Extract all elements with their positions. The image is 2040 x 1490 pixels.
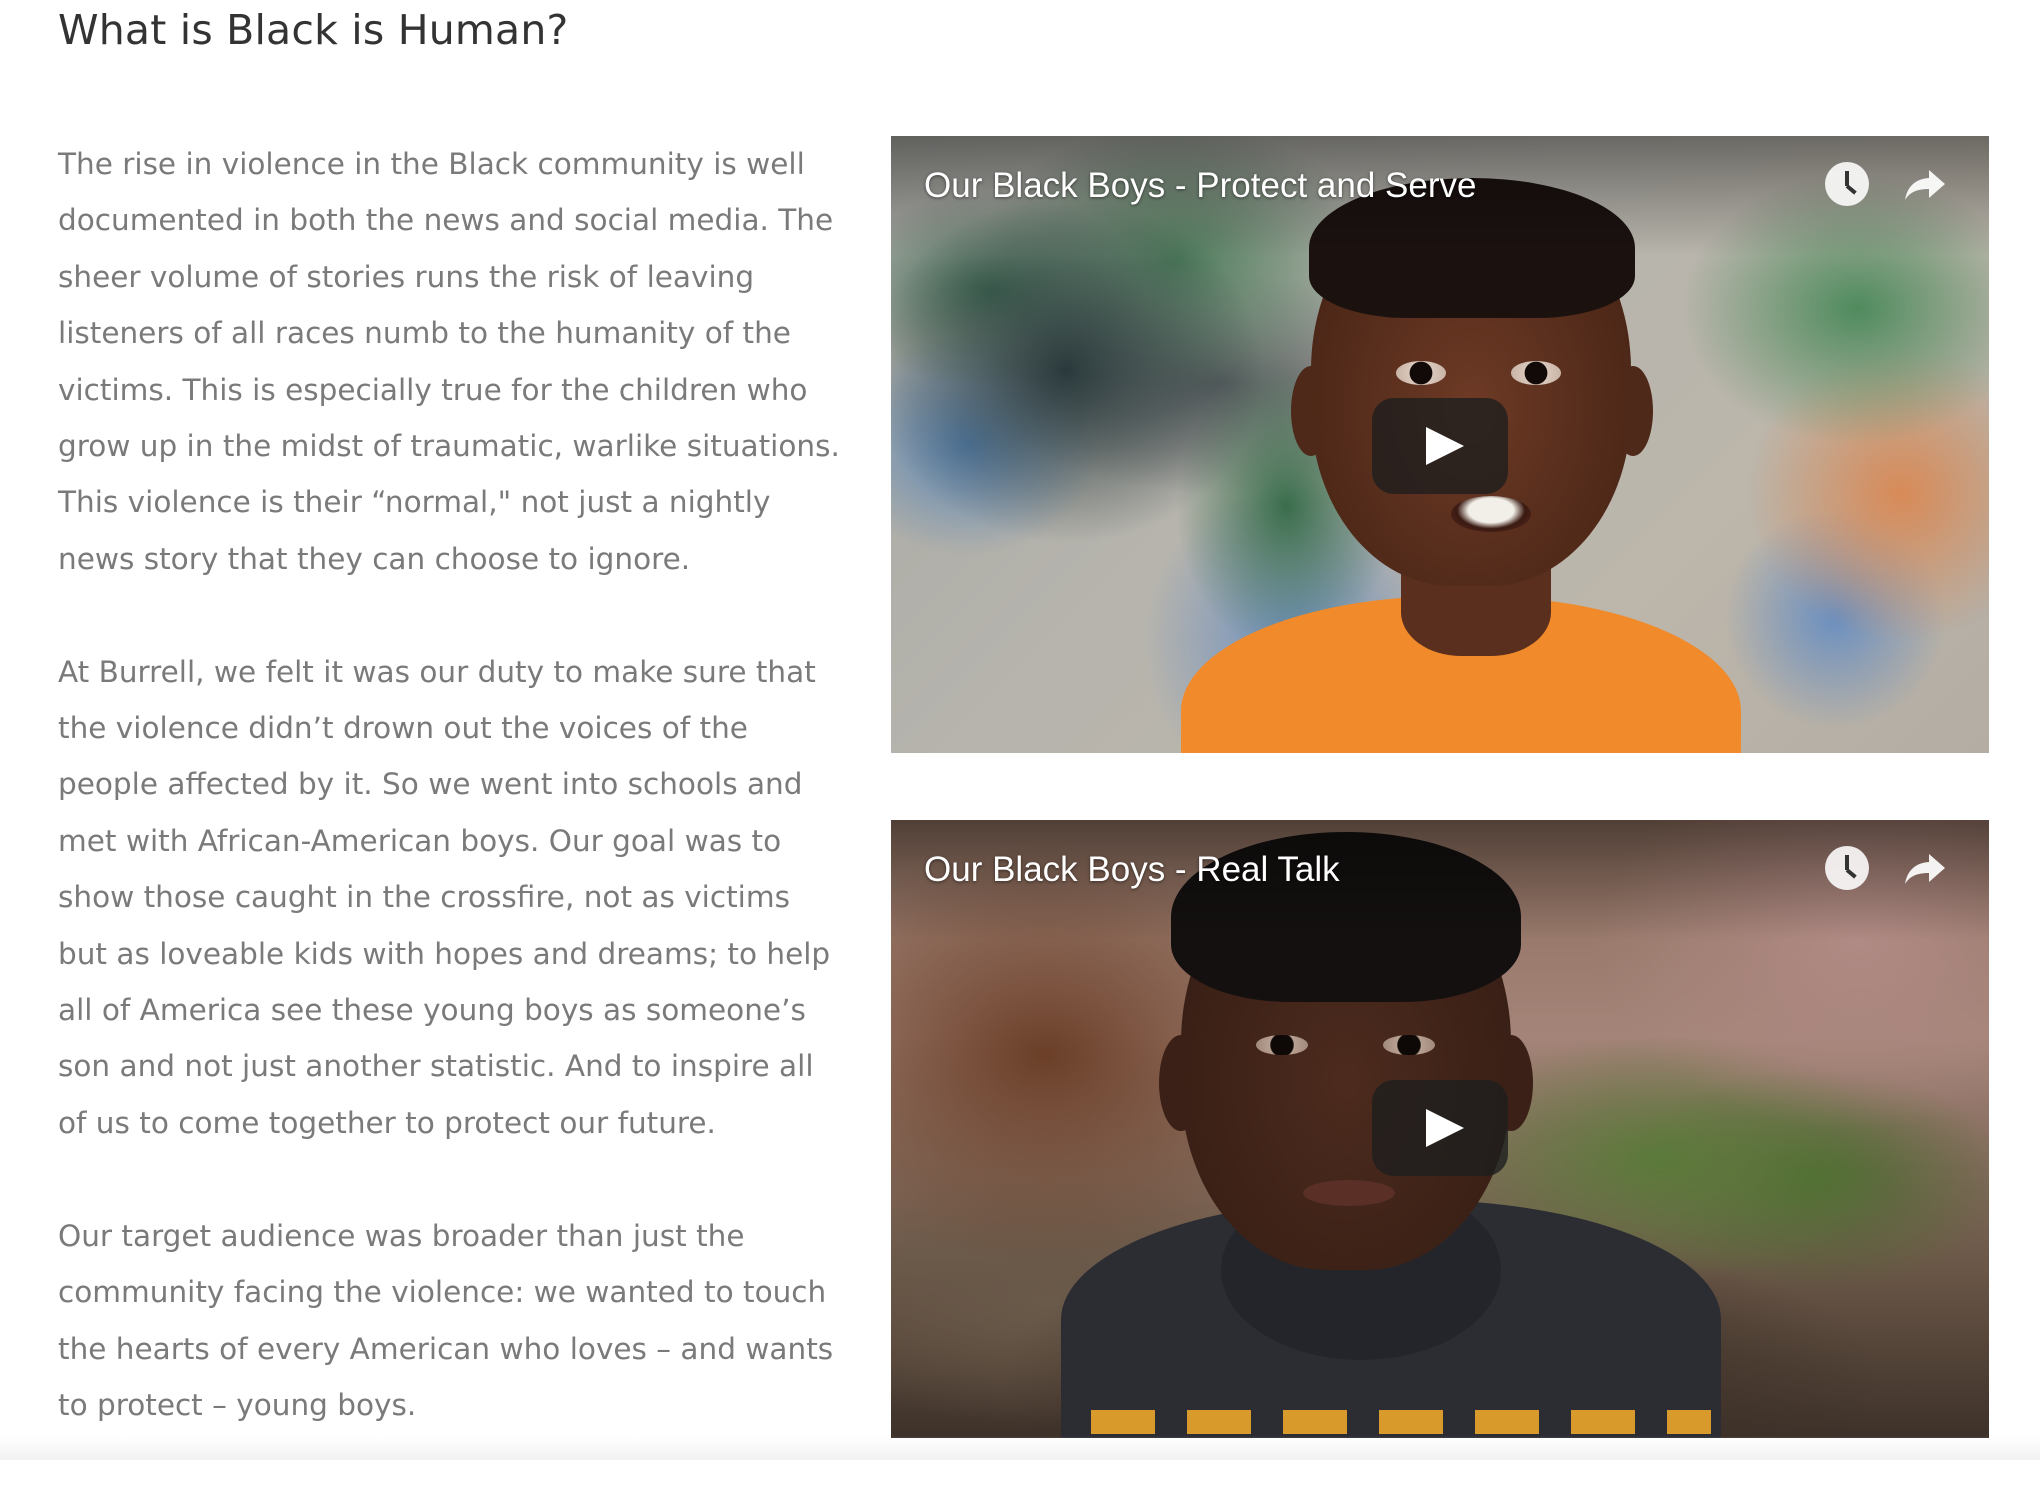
boy-left-eye xyxy=(1396,361,1446,385)
video-title[interactable]: Our Black Boys - Protect and Serve xyxy=(924,164,1476,208)
boy-mouth xyxy=(1451,496,1531,532)
boy-mouth xyxy=(1303,1180,1395,1206)
video-player-protect-and-serve[interactable]: Our Black Boys - Protect and Serve xyxy=(891,136,1989,753)
play-icon[interactable] xyxy=(1372,398,1508,494)
boy-left-eye xyxy=(1256,1035,1308,1055)
page-bottom-fade xyxy=(0,1436,2040,1460)
hoodie-print xyxy=(1091,1410,1711,1434)
paragraph-burrell: At Burrell, we felt it was our duty to m… xyxy=(58,654,831,1140)
video-player-real-talk[interactable]: Our Black Boys - Real Talk xyxy=(891,820,1989,1438)
boy-right-eye xyxy=(1383,1035,1435,1055)
share-icon[interactable] xyxy=(1901,846,1949,890)
boy-right-eye xyxy=(1511,361,1561,385)
clock-icon[interactable] xyxy=(1825,162,1869,206)
play-icon[interactable] xyxy=(1372,1080,1508,1176)
paragraph-violence: The rise in violence in the Black commun… xyxy=(58,147,840,576)
article-body: The rise in violence in the Black commun… xyxy=(58,136,848,1490)
share-icon[interactable] xyxy=(1901,162,1949,206)
page-title: What is Black is Human? xyxy=(58,6,569,54)
paragraph-audience: Our target audience was broader than jus… xyxy=(58,1218,834,1422)
video-title[interactable]: Our Black Boys - Real Talk xyxy=(924,848,1340,892)
clock-icon[interactable] xyxy=(1825,846,1869,890)
